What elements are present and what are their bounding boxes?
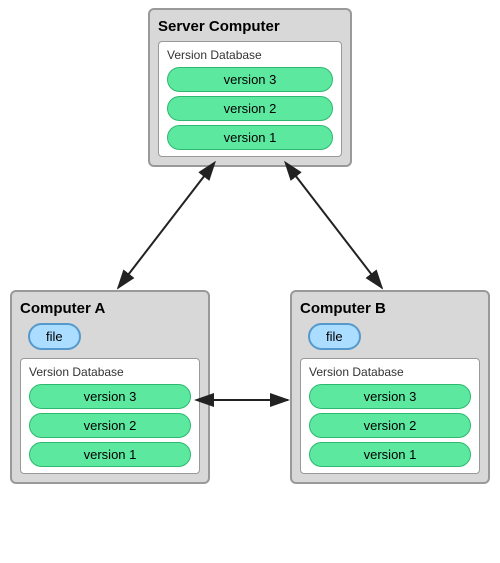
computer-a-version-3: version 3 xyxy=(29,384,191,409)
computer-a-version-1: version 1 xyxy=(29,442,191,467)
server-title: Server Computer xyxy=(158,18,342,35)
server-to-a-arrow xyxy=(118,175,205,288)
computer-b-title: Computer B xyxy=(300,300,480,317)
computer-b-box: Computer B file Version Database version… xyxy=(290,290,490,484)
computer-a-version-2: version 2 xyxy=(29,413,191,438)
computer-b-version-1: version 1 xyxy=(309,442,471,467)
diagram: Server Computer Version Database version… xyxy=(0,0,500,563)
server-version-1: version 1 xyxy=(167,125,333,150)
computer-b-file: file xyxy=(308,323,361,350)
server-db-label: Version Database xyxy=(167,48,333,62)
server-version-3: version 3 xyxy=(167,67,333,92)
computer-a-box: Computer A file Version Database version… xyxy=(10,290,210,484)
computer-a-file: file xyxy=(28,323,81,350)
computer-a-db-label: Version Database xyxy=(29,365,191,379)
computer-a-title: Computer A xyxy=(20,300,200,317)
computer-b-version-2: version 2 xyxy=(309,413,471,438)
server-to-b-arrow xyxy=(295,175,382,288)
computer-a-version-db: Version Database version 3 version 2 ver… xyxy=(20,358,200,474)
computer-b-db-label: Version Database xyxy=(309,365,471,379)
computer-b-version-db: Version Database version 3 version 2 ver… xyxy=(300,358,480,474)
computer-b-version-3: version 3 xyxy=(309,384,471,409)
server-version-2: version 2 xyxy=(167,96,333,121)
server-version-db: Version Database version 3 version 2 ver… xyxy=(158,41,342,157)
server-computer-box: Server Computer Version Database version… xyxy=(148,8,352,167)
